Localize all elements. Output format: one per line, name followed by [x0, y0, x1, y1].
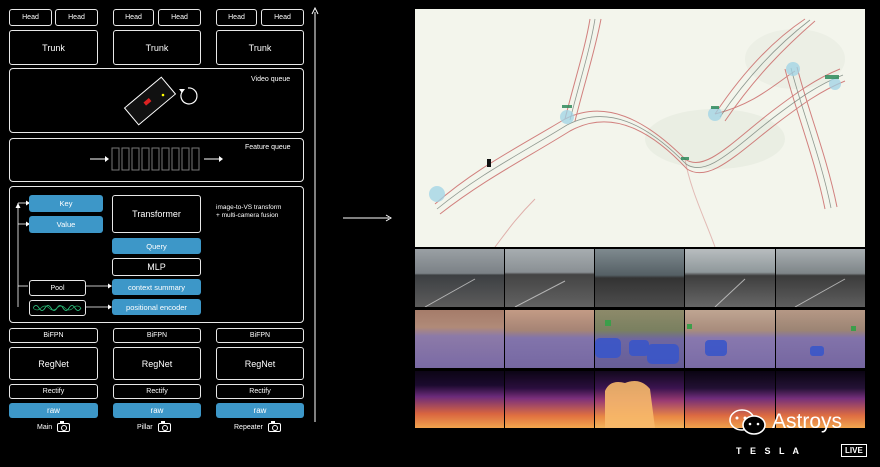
trunk-box-main: Trunk: [9, 30, 98, 65]
regnet-box-repeater: RegNet: [216, 347, 304, 380]
pool-box: Pool: [29, 280, 86, 296]
head-box-repeater-2: Head: [261, 9, 304, 26]
raw-box-repeater: raw: [216, 403, 304, 418]
camera-label-pillar: Pillar: [137, 421, 171, 432]
rectify-box-pillar: Rectify: [113, 384, 201, 399]
car-rotation-icon: [123, 76, 198, 126]
output-arrow: [343, 214, 392, 222]
camera-icon: [57, 421, 71, 432]
raw-box-pillar: raw: [113, 403, 201, 418]
depth-vehicle-blob: [605, 381, 655, 428]
rectify-box-main: Rectify: [9, 384, 98, 399]
road-markings-overlay: [424, 278, 846, 307]
query-box: Query: [112, 238, 201, 254]
head-box-pillar-1: Head: [113, 9, 154, 26]
bev-road-map: [415, 9, 865, 247]
camera-name-main: Main: [37, 424, 53, 431]
camera-name-repeater: Repeater: [234, 424, 263, 431]
camera-name-pillar: Pillar: [137, 424, 153, 431]
positional-wave-box: [29, 300, 86, 316]
camera-icon: [267, 421, 281, 432]
value-box: Value: [29, 216, 103, 233]
feature-queue-label: Feature queue: [245, 144, 291, 151]
transformer-box: Transformer: [112, 195, 201, 233]
fusion-caption-line2: + multi-camera fusion: [216, 212, 279, 219]
head-box-repeater-1: Head: [216, 9, 257, 26]
head-box-main-1: Head: [9, 9, 52, 26]
positional-encoder-box: positional encoder: [112, 299, 201, 315]
wave-icon: [32, 305, 81, 311]
raw-box-main: raw: [9, 403, 98, 418]
regnet-box-pillar: RegNet: [113, 347, 201, 380]
tesla-wordmark: T E S L A: [736, 446, 803, 456]
fusion-caption-line1: image-to-VS transform: [216, 204, 282, 211]
bifpn-box-main: BiFPN: [9, 328, 98, 343]
camera-icon: [157, 421, 171, 432]
chat-bubble-icon: [729, 409, 766, 435]
mlp-box: MLP: [112, 258, 201, 276]
video-queue-label: Video queue: [251, 76, 291, 83]
regnet-box-main: RegNet: [9, 347, 98, 380]
trunk-box-pillar: Trunk: [113, 30, 201, 65]
camera-label-main: Main: [37, 421, 71, 432]
live-badge: LIVE: [841, 444, 867, 457]
ego-vehicle-marker: [487, 159, 491, 167]
astroys-watermark: Astroys: [728, 408, 842, 436]
camera-label-repeater: Repeater: [234, 421, 281, 432]
fusion-caption: image-to-VS transform + multi-camera fus…: [216, 204, 281, 220]
segmentation-vehicles-overlay: [595, 320, 856, 364]
brand-name: Astroys: [772, 410, 843, 433]
rectify-box-repeater: Rectify: [216, 384, 304, 399]
upward-flow-arrow: [311, 6, 319, 422]
key-box: Key: [29, 195, 103, 212]
feature-queue-slots: [90, 147, 223, 171]
bifpn-box-repeater: BiFPN: [216, 328, 304, 343]
depth-frame: [505, 371, 594, 428]
head-box-main-2: Head: [55, 9, 98, 26]
head-box-pillar-2: Head: [158, 9, 201, 26]
trunk-box-repeater: Trunk: [216, 30, 304, 65]
depth-frame: [415, 371, 504, 428]
bifpn-box-pillar: BiFPN: [113, 328, 201, 343]
context-summary-box: context summary: [112, 279, 201, 295]
